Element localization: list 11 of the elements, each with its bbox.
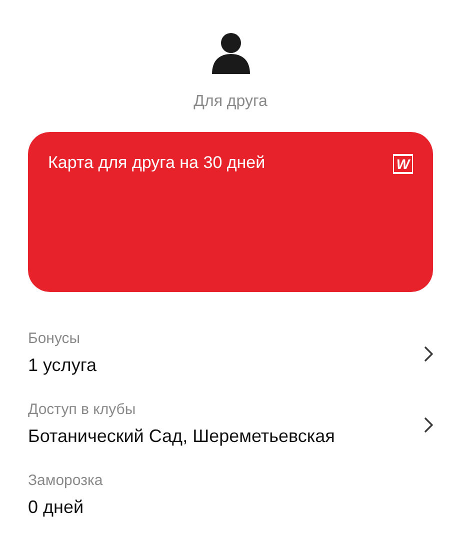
person-icon	[210, 32, 250, 74]
row-label: Бонусы	[28, 328, 82, 349]
row-value: 1 услуга	[28, 354, 96, 378]
row-label: Доступ в клубы	[28, 400, 137, 420]
row-label: Заморозка	[28, 470, 103, 491]
profile-label: Для друга	[194, 92, 268, 112]
logo: W	[393, 154, 413, 174]
membership-card[interactable]: Карта для друга на 30 дней W	[28, 132, 433, 292]
row-value: Ботанический Сад, Шереметьевская	[28, 425, 335, 448]
card-title: Карта для друга на 30 дней	[48, 152, 266, 174]
row-value: 0 дней	[28, 496, 85, 520]
